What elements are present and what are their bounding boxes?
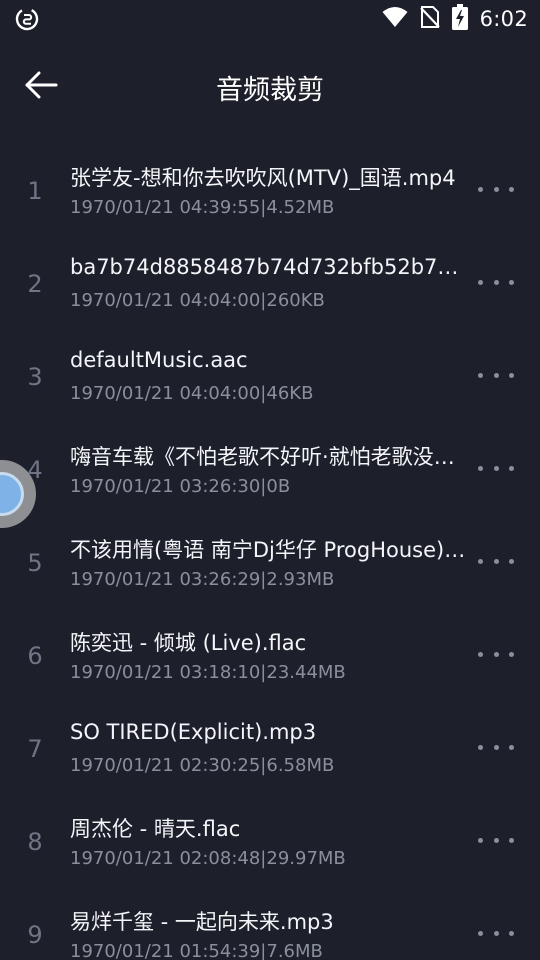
- item-name: SO TIRED(Explicit).mp3: [70, 720, 317, 744]
- item-meta: 1970/01/21 03:26:29|2.93MB: [70, 569, 335, 590]
- assistant-icon: [0, 472, 24, 516]
- item-index: 7: [27, 735, 43, 763]
- more-options-button[interactable]: [478, 267, 514, 297]
- item-name: 不该用情(粤语 南宁Dj华仔 ProgHouse).mp3: [70, 538, 468, 562]
- more-options-button[interactable]: [478, 825, 514, 855]
- item-meta: 1970/01/21 02:08:48|29.97MB: [70, 848, 346, 869]
- wifi-icon: [382, 6, 408, 33]
- item-meta: 1970/01/21 02:30:25|6.58MB: [70, 755, 335, 776]
- more-options-button[interactable]: [478, 546, 514, 576]
- item-meta: 1970/01/21 01:54:39|7.6MB: [70, 941, 323, 960]
- list-item[interactable]: 1 张学友-想和你去吹吹风(MTV)_国语.mp4 1970/01/21 04:…: [0, 144, 540, 237]
- page-title: 音频裁剪: [216, 75, 324, 106]
- item-name: 陈奕迅 - 倾城 (Live).flac: [70, 631, 307, 655]
- item-name: 嗨音车载《不怕老歌不好听·就怕老歌没人听》.mp3: [70, 445, 468, 469]
- more-options-button[interactable]: [478, 174, 514, 204]
- item-index: 8: [27, 828, 43, 856]
- item-meta: 1970/01/21 03:18:10|23.44MB: [70, 662, 346, 683]
- list-item[interactable]: 7 SO TIRED(Explicit).mp3 1970/01/21 02:3…: [0, 702, 540, 795]
- item-index: 2: [27, 270, 43, 298]
- list-item[interactable]: 2 ba7b74d8858487b74d732bfb52b74f0f.mp3 1…: [0, 237, 540, 330]
- list-item[interactable]: 8 周杰伦 - 晴天.flac 1970/01/21 02:08:48|29.9…: [0, 795, 540, 888]
- item-meta: 1970/01/21 03:26:30|0B: [70, 476, 291, 497]
- item-name: ba7b74d8858487b74d732bfb52b74f0f.mp3: [70, 255, 468, 279]
- data-saver-icon: [14, 6, 40, 32]
- list-item[interactable]: 6 陈奕迅 - 倾城 (Live).flac 1970/01/21 03:18:…: [0, 609, 540, 702]
- item-index: 6: [27, 642, 43, 670]
- item-meta: 1970/01/21 04:04:00|260KB: [70, 290, 325, 311]
- battery-charging-icon: [451, 3, 468, 35]
- status-icons: 6:02: [382, 3, 528, 35]
- status-bar: 6:02: [0, 0, 540, 38]
- item-meta: 1970/01/21 04:04:00|46KB: [70, 383, 314, 404]
- item-name: 周杰伦 - 晴天.flac: [70, 817, 241, 841]
- item-index: 3: [27, 363, 43, 391]
- list-item[interactable]: 5 不该用情(粤语 南宁Dj华仔 ProgHouse).mp3 1970/01/…: [0, 516, 540, 609]
- audio-file-list: 1 张学友-想和你去吹吹风(MTV)_国语.mp4 1970/01/21 04:…: [0, 144, 540, 960]
- item-index: 1: [27, 177, 43, 205]
- item-name: 张学友-想和你去吹吹风(MTV)_国语.mp4: [70, 166, 456, 190]
- item-index: 9: [27, 921, 43, 949]
- more-options-button[interactable]: [478, 732, 514, 762]
- more-options-button[interactable]: [478, 639, 514, 669]
- item-meta: 1970/01/21 04:39:55|4.52MB: [70, 197, 335, 218]
- status-time: 6:02: [479, 7, 528, 31]
- no-sim-icon: [419, 5, 440, 34]
- app-header: 音频裁剪: [0, 38, 540, 134]
- list-item[interactable]: 3 defaultMusic.aac 1970/01/21 04:04:00|4…: [0, 330, 540, 423]
- list-item[interactable]: 9 易烊千玺 - 一起向未来.mp3 1970/01/21 01:54:39|7…: [0, 888, 540, 960]
- audio-trim-screen: 6:02 音频裁剪 1 张学友-想和你去吹吹风(MTV)_国语.mp4 1970…: [0, 0, 540, 960]
- more-options-button[interactable]: [478, 360, 514, 390]
- item-index: 5: [27, 549, 43, 577]
- item-name: defaultMusic.aac: [70, 348, 248, 372]
- more-options-button[interactable]: [478, 453, 514, 483]
- item-name: 易烊千玺 - 一起向未来.mp3: [70, 910, 334, 934]
- more-options-button[interactable]: [478, 918, 514, 948]
- list-item[interactable]: 4 嗨音车载《不怕老歌不好听·就怕老歌没人听》.mp3 1970/01/21 0…: [0, 423, 540, 516]
